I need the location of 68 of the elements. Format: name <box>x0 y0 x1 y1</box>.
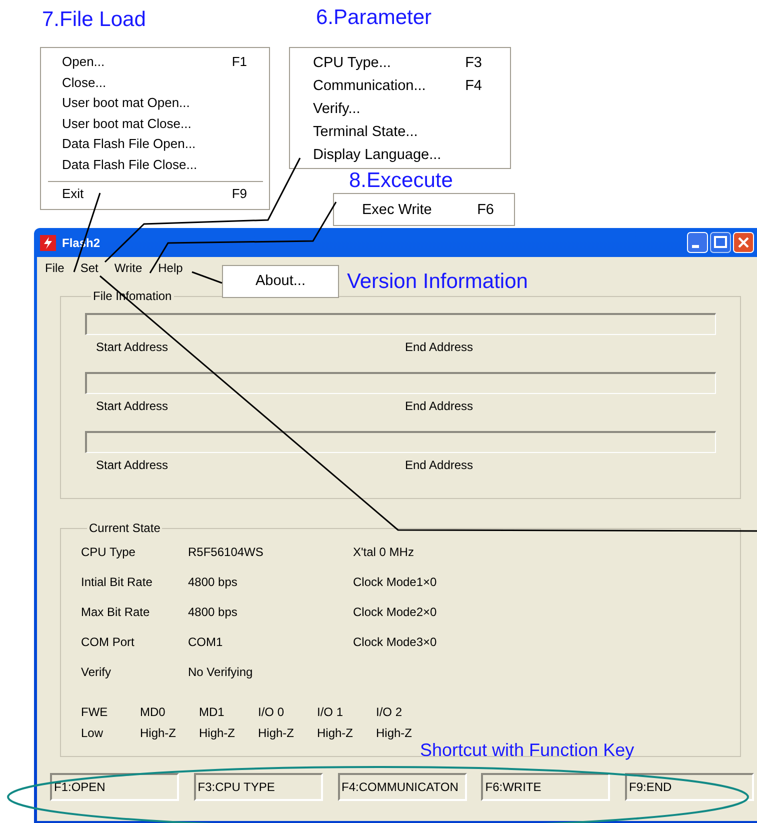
annotation-label: Version Information <box>347 270 528 294</box>
pin-name: I/O 0 <box>258 705 286 719</box>
field-label: End Address <box>405 340 474 354</box>
menu-item[interactable]: Exec Write F6 <box>362 199 494 222</box>
app-icon <box>40 234 56 250</box>
field-label: Start Address <box>96 399 170 413</box>
field-label: Start Address <box>96 458 170 472</box>
state-value: COM1 <box>188 635 224 649</box>
status-panel: F4:COMMUNICATON <box>338 773 466 801</box>
menu-bar-item[interactable]: File <box>45 261 64 279</box>
state-label: COM Port <box>81 635 136 649</box>
pin-name: FWE <box>81 705 109 719</box>
maximize-button[interactable] <box>710 232 731 253</box>
menu-item[interactable]: Communication... F4 <box>313 75 482 98</box>
state-value: R5F56104WS <box>188 545 264 559</box>
state-value: No Verifying <box>188 665 254 679</box>
state-label: Verify <box>81 665 112 679</box>
menu-item[interactable]: Display Language... <box>313 144 482 167</box>
pin-name: I/O 1 <box>317 705 344 719</box>
menu-item[interactable]: User boot mat Open... <box>62 93 247 114</box>
annotation-label: 6.Parameter <box>316 6 432 30</box>
status-panel: F3:CPU TYPE <box>194 773 323 801</box>
pin-value: High-Z <box>140 726 178 740</box>
menu-bar-item[interactable]: Set <box>80 261 98 279</box>
pin-value: High-Z <box>199 726 236 740</box>
menu-item[interactable]: Verify... <box>313 98 482 121</box>
pin-value: High-Z <box>317 726 354 740</box>
status-panel: F6:WRITE <box>481 773 610 801</box>
status-panel: F9:END <box>625 773 754 801</box>
close-button[interactable] <box>733 232 754 253</box>
field-label: End Address <box>405 399 474 413</box>
status-panel: F1:OPEN <box>50 773 179 801</box>
state-label: Intial Bit Rate <box>81 575 154 589</box>
menu-item[interactable]: Close... <box>62 72 247 93</box>
pin-name: MD1 <box>199 705 226 719</box>
field-label: Start Address <box>96 340 170 354</box>
group-title: Current State <box>88 521 162 535</box>
annotation-label: Shortcut with Function Key <box>420 740 634 761</box>
pin-name: I/O 2 <box>376 705 404 719</box>
minimize-button[interactable] <box>687 232 708 253</box>
input-field[interactable] <box>85 372 716 394</box>
state-value: Clock Mode2×0 <box>353 605 438 619</box>
pin-name: MD0 <box>140 705 166 719</box>
state-value: 4800 bps <box>188 605 238 619</box>
menu-item[interactable]: User boot mat Close... <box>62 114 247 134</box>
pin-value: High-Z <box>258 726 296 740</box>
annotation-label: 8.Excecute <box>349 169 453 193</box>
state-label: CPU Type <box>81 545 136 559</box>
menu-item[interactable]: Data Flash File Close... <box>62 154 247 175</box>
menu-item[interactable]: Exit F9 <box>62 184 247 204</box>
state-label: Max Bit Rate <box>81 605 151 619</box>
menu-item[interactable]: Data Flash File Open... <box>62 134 247 154</box>
state-value: Clock Mode1×0 <box>353 575 438 589</box>
pin-value: High-Z <box>376 726 414 740</box>
menu-bar-item[interactable]: Help <box>158 261 183 279</box>
menu-item[interactable]: Open... F1 <box>62 52 247 72</box>
annotation-label: 7.File Load <box>42 8 146 32</box>
menu-item[interactable]: CPU Type... F3 <box>313 52 482 75</box>
menu-item[interactable]: About... <box>256 270 306 293</box>
input-field[interactable] <box>85 431 716 453</box>
input-field[interactable] <box>85 313 716 335</box>
field-label: End Address <box>405 458 474 472</box>
state-value: 4800 bps <box>188 575 238 589</box>
state-value: Clock Mode3×0 <box>353 635 438 649</box>
state-value: X'tal 0 MHz <box>353 545 415 559</box>
pin-value: Low <box>81 726 104 740</box>
menu-item[interactable]: Terminal State... <box>313 121 482 144</box>
menu-bar-item[interactable]: Write <box>114 261 142 279</box>
